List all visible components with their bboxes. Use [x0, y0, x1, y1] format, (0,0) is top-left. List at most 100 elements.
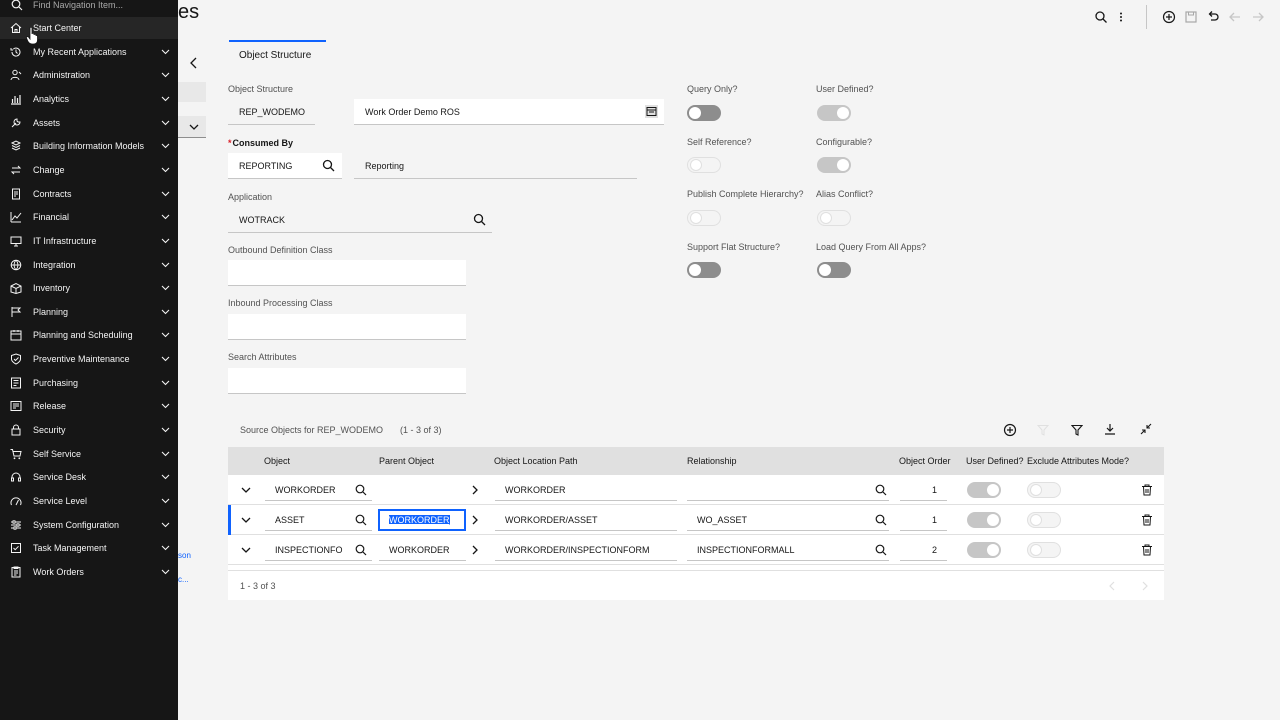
column-header[interactable]: Parent Object	[379, 456, 434, 466]
search-icon[interactable]	[1094, 10, 1108, 24]
consumed-by-label: *Consumed By	[228, 138, 293, 148]
chevron-right-icon[interactable]	[471, 545, 479, 555]
undo-icon[interactable]	[1206, 10, 1220, 24]
nav-item-change[interactable]: Change	[0, 159, 178, 181]
relationship-cell[interactable]	[687, 479, 889, 501]
navigation-search[interactable]: Find Navigation Item...	[0, 0, 178, 14]
nav-item-inventory[interactable]: Inventory	[0, 277, 178, 299]
chevron-down-icon	[161, 95, 170, 103]
object-location-path-cell[interactable]: WORKORDER/INSPECTIONFORM	[495, 539, 677, 561]
delete-icon[interactable]	[1141, 544, 1153, 556]
nav-item-label: Task Management	[33, 543, 107, 554]
nav-item-it-infrastructure[interactable]: IT Infrastructure	[0, 230, 178, 252]
previous-page-icon[interactable]	[1108, 581, 1116, 591]
chevron-down-icon[interactable]	[241, 486, 251, 494]
chevron-down-icon	[161, 568, 170, 576]
outbound-class-input[interactable]	[228, 260, 466, 286]
column-header[interactable]: Object Order	[899, 456, 951, 466]
parent-object-cell[interactable]: WORKORDER	[378, 509, 466, 531]
nav-item-planning[interactable]: Planning	[0, 301, 178, 323]
relationship-cell[interactable]: WO_ASSET	[687, 509, 889, 531]
search-icon[interactable]	[355, 484, 367, 496]
search-icon[interactable]	[322, 159, 335, 172]
nav-item-service-desk[interactable]: Service Desk	[0, 466, 178, 488]
query-only-toggle[interactable]	[687, 105, 721, 121]
object-order-cell[interactable]: 1	[900, 479, 947, 501]
delete-icon[interactable]	[1141, 484, 1153, 496]
parent-object-cell[interactable]: WORKORDER	[379, 539, 466, 561]
long-description-icon[interactable]	[645, 105, 658, 118]
search-icon[interactable]	[473, 213, 486, 226]
nav-item-task-management[interactable]: Task Management	[0, 537, 178, 559]
add-icon[interactable]	[1162, 10, 1176, 24]
search-icon[interactable]	[875, 544, 887, 556]
object-structure-field[interactable]: REP_WODEMO	[228, 99, 315, 125]
chevron-right-icon[interactable]	[471, 515, 479, 525]
save-icon[interactable]	[1184, 10, 1198, 24]
service-level-icon	[10, 495, 22, 507]
background-link[interactable]: c...	[178, 575, 189, 584]
parent-object-cell[interactable]	[379, 479, 466, 501]
column-header[interactable]: Object	[264, 456, 290, 466]
search-icon[interactable]	[355, 544, 367, 556]
object-location-path-cell[interactable]: WORKORDER/ASSET	[495, 509, 677, 531]
nav-item-building-information-models[interactable]: Building Information Models	[0, 135, 178, 157]
search-icon[interactable]	[355, 514, 367, 526]
background-select[interactable]	[178, 116, 206, 138]
object-order-cell[interactable]: 2	[900, 539, 947, 561]
search-icon[interactable]	[875, 514, 887, 526]
table-row[interactable]: WORKORDER WORKORDER 1	[228, 475, 1164, 505]
nav-item-integration[interactable]: Integration	[0, 254, 178, 276]
column-header[interactable]: User Defined?	[966, 456, 1024, 466]
delete-icon[interactable]	[1141, 514, 1153, 526]
chevron-down-icon[interactable]	[241, 546, 251, 554]
nav-item-planning-and-scheduling[interactable]: Planning and Scheduling	[0, 324, 178, 346]
column-header[interactable]: Relationship	[687, 456, 737, 466]
inbound-class-input[interactable]	[228, 314, 466, 340]
relationship-cell[interactable]: INSPECTIONFORMALL	[687, 539, 889, 561]
object-order-cell[interactable]: 1	[900, 509, 947, 531]
nav-item-security[interactable]: Security	[0, 419, 178, 441]
nav-item-contracts[interactable]: Contracts	[0, 183, 178, 205]
filter-clear-icon[interactable]	[1037, 424, 1049, 436]
nav-item-administration[interactable]: Administration	[0, 64, 178, 86]
overflow-menu-icon[interactable]	[1114, 10, 1128, 24]
nav-item-analytics[interactable]: Analytics	[0, 88, 178, 110]
nav-item-assets[interactable]: Assets	[0, 112, 178, 134]
column-header[interactable]: Object Location Path	[494, 456, 578, 466]
consumed-by-description-field[interactable]: Reporting	[354, 153, 637, 179]
nav-item-preventive-maintenance[interactable]: Preventive Maintenance	[0, 348, 178, 370]
navigation-search-input[interactable]: Find Navigation Item...	[33, 0, 123, 10]
background-field[interactable]	[178, 82, 206, 102]
search-attributes-input[interactable]	[228, 368, 466, 394]
back-chevron-icon[interactable]	[189, 57, 199, 69]
arrow-right-icon[interactable]	[1251, 10, 1265, 24]
object-structure-description-field[interactable]: Work Order Demo ROS	[354, 99, 664, 125]
background-link[interactable]: son	[178, 551, 191, 560]
table-row[interactable]: INSPECTIONFO WORKORDER WORKORDER/INSPECT…	[228, 535, 1164, 565]
load-query-toggle[interactable]	[817, 262, 851, 278]
download-icon[interactable]	[1104, 423, 1116, 435]
application-field[interactable]: WOTRACK	[228, 207, 492, 233]
chevron-down-icon[interactable]	[241, 516, 251, 524]
nav-item-service-level[interactable]: Service Level	[0, 490, 178, 512]
next-page-icon[interactable]	[1141, 581, 1149, 591]
tab-object-structure[interactable]: Object Structure	[229, 40, 326, 68]
object-location-path-cell[interactable]: WORKORDER	[495, 479, 677, 501]
nav-item-financial[interactable]: Financial	[0, 206, 178, 228]
nav-item-release[interactable]: Release	[0, 395, 178, 417]
nav-item-self-service[interactable]: Self Service	[0, 443, 178, 465]
it-infrastructure-icon	[10, 235, 22, 247]
search-icon[interactable]	[875, 484, 887, 496]
nav-item-purchasing[interactable]: Purchasing	[0, 372, 178, 394]
table-row[interactable]: ASSET WORKORDER WORKORDER/ASSET WO_ASSET…	[228, 505, 1164, 535]
collapse-icon[interactable]	[1140, 423, 1152, 435]
arrow-left-icon[interactable]	[1228, 10, 1242, 24]
filter-icon[interactable]	[1071, 424, 1083, 436]
add-row-icon[interactable]	[1003, 423, 1017, 437]
nav-item-work-orders[interactable]: Work Orders	[0, 561, 178, 583]
nav-item-system-configuration[interactable]: System Configuration	[0, 514, 178, 536]
flat-structure-toggle[interactable]	[687, 262, 721, 278]
chevron-right-icon[interactable]	[471, 485, 479, 495]
column-header[interactable]: Exclude Attributes Mode?	[1027, 456, 1129, 466]
